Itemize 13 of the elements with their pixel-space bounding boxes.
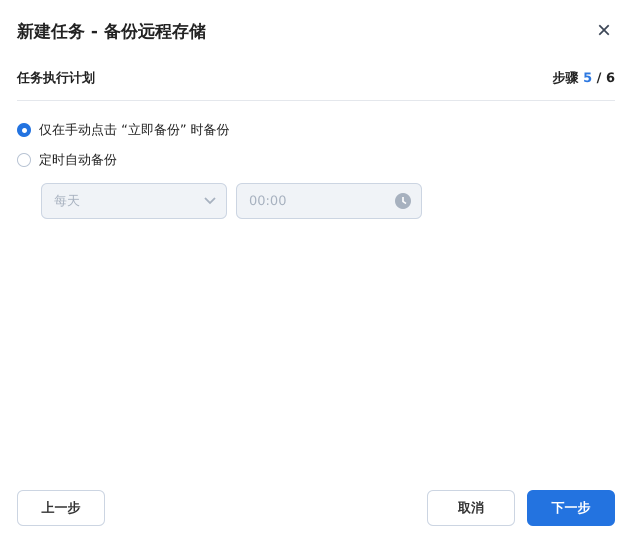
chevron-down-icon <box>204 197 216 205</box>
dialog-title: 新建任务 - 备份远程存储 <box>17 20 206 42</box>
section-title: 任务执行计划 <box>17 70 95 87</box>
cancel-button[interactable]: 取消 <box>427 490 515 526</box>
radio-button[interactable] <box>17 123 31 137</box>
back-button[interactable]: 上一步 <box>17 490 105 526</box>
radio-button[interactable] <box>17 153 31 167</box>
option-label: 定时自动备份 <box>39 152 117 169</box>
close-button[interactable]: × <box>592 19 615 43</box>
next-button[interactable]: 下一步 <box>527 490 615 526</box>
clock-icon <box>395 193 411 209</box>
step-indicator: 步骤 5 / 6 <box>552 70 615 87</box>
option-label: 仅在手动点击 “立即备份” 时备份 <box>39 122 230 139</box>
